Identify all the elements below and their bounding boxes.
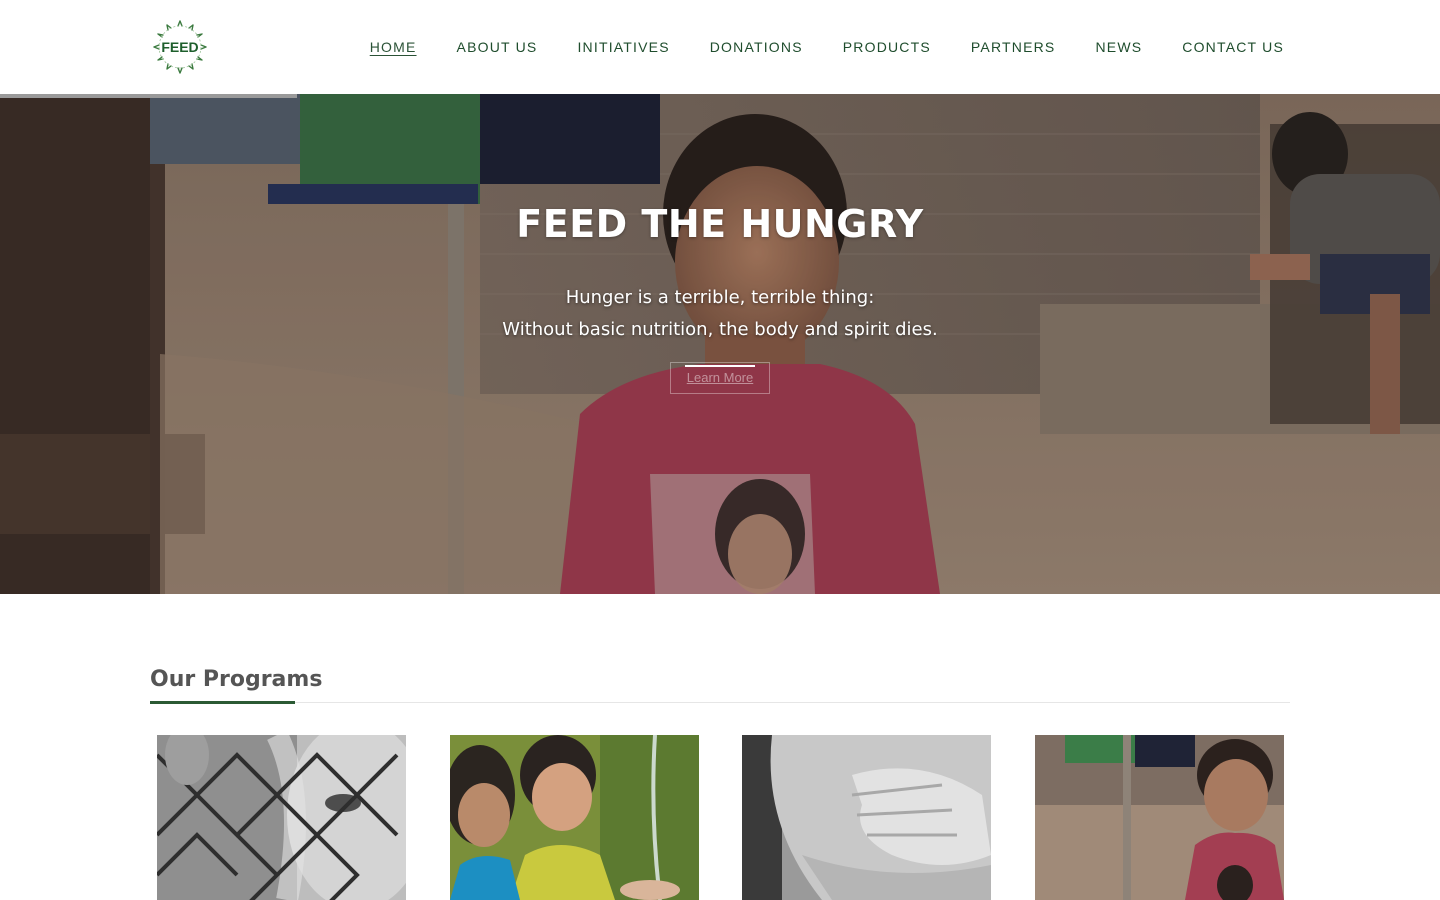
- nav-products[interactable]: PRODUCTS: [843, 39, 931, 55]
- nav-initiatives[interactable]: INITIATIVES: [577, 39, 669, 55]
- program-image-water: [450, 735, 699, 900]
- nav-contact-us[interactable]: CONTACT US: [1182, 39, 1284, 55]
- site-header: FEED HOME ABOUT US INITIATIVES DONATIONS…: [0, 0, 1440, 94]
- main-nav: HOME ABOUT US INITIATIVES DONATIONS PROD…: [330, 0, 1284, 94]
- program-card-child[interactable]: [1035, 735, 1284, 900]
- program-card-hands[interactable]: [742, 735, 991, 900]
- nav-about-us[interactable]: ABOUT US: [457, 39, 538, 55]
- program-image-child: [1035, 735, 1284, 900]
- slider-progress-bar: [0, 94, 297, 98]
- nav-home[interactable]: HOME: [370, 39, 417, 55]
- hero-photo: [0, 94, 1440, 594]
- feed-logo[interactable]: FEED: [150, 17, 210, 77]
- nav-news[interactable]: NEWS: [1095, 39, 1142, 55]
- hero-subtitle-line-1: Hunger is a terrible, terrible thing:: [565, 287, 875, 308]
- programs-heading: Our Programs: [150, 667, 323, 692]
- section-heading-underline: [150, 701, 295, 704]
- hero-slider: FEED THE HUNGRY Hunger is a terrible, te…: [0, 94, 1440, 594]
- program-image-hands: [742, 735, 991, 900]
- logo-wordmark: FEED: [161, 39, 198, 55]
- program-card-fence[interactable]: [157, 735, 406, 900]
- learn-more-button[interactable]: Learn More: [670, 362, 770, 394]
- nav-donations[interactable]: DONATIONS: [710, 39, 803, 55]
- hero-title: FEED THE HUNGRY: [516, 202, 924, 246]
- section-divider: [150, 702, 1290, 703]
- hero-subtitle-line-2: Without basic nutrition, the body and sp…: [502, 319, 938, 340]
- program-image-fence: [157, 735, 406, 900]
- nav-partners[interactable]: PARTNERS: [971, 39, 1056, 55]
- program-card-water[interactable]: [450, 735, 699, 900]
